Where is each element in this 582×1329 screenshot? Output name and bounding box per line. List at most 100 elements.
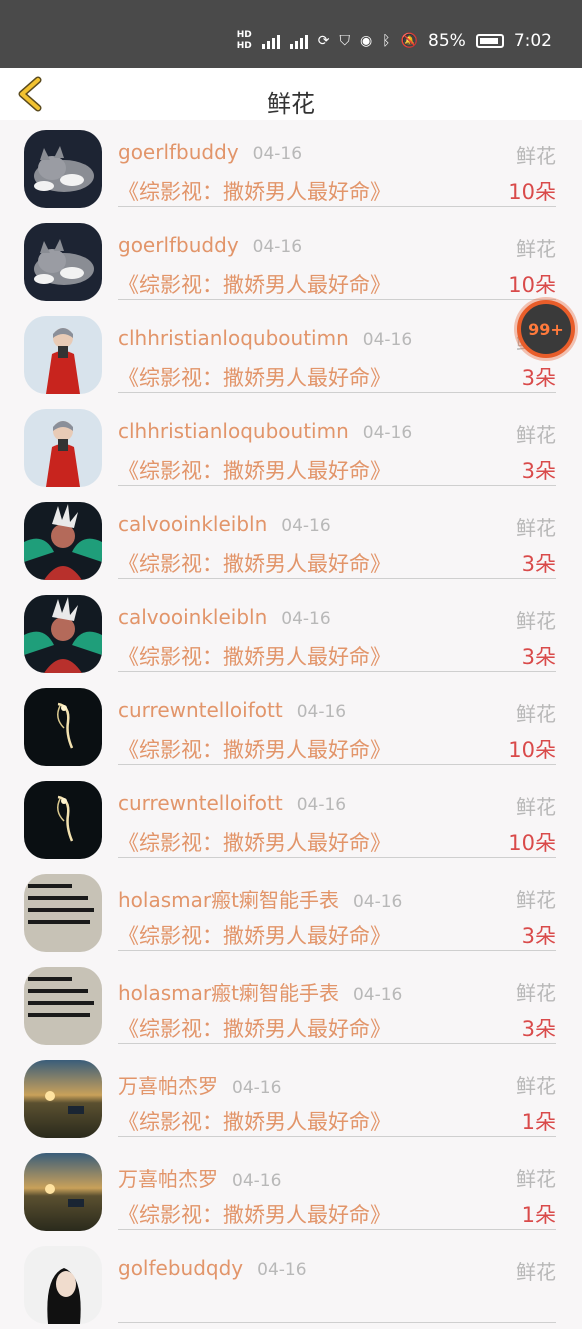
flower-count: 10朵 bbox=[508, 180, 556, 204]
flower-count: 3朵 bbox=[521, 459, 556, 483]
username[interactable]: 万喜帕杰罗 04-16 bbox=[118, 1070, 281, 1099]
book-title[interactable]: 《综影视：撒娇男人最好命》 bbox=[118, 455, 391, 485]
gift-type: 鲜花 bbox=[516, 1074, 556, 1098]
date: 04-16 bbox=[252, 144, 303, 164]
date: 04-16 bbox=[352, 985, 403, 1005]
divider bbox=[118, 392, 556, 393]
avatar[interactable] bbox=[24, 502, 102, 580]
avatar[interactable] bbox=[24, 316, 102, 394]
book-title[interactable]: 《综影视：撒娇男人最好命》 bbox=[118, 920, 391, 950]
gift-type: 鲜花 bbox=[516, 1167, 556, 1191]
avatar[interactable] bbox=[24, 130, 102, 208]
flower-count: 3朵 bbox=[521, 924, 556, 948]
username[interactable]: holasmar瘢t瘌智能手表 04-16 bbox=[118, 977, 402, 1006]
list-item[interactable]: goerlfbuddy 04-16 鲜花《综影视：撒娇男人最好命》 10朵 bbox=[0, 120, 582, 213]
avatar[interactable] bbox=[24, 781, 102, 859]
eye-icon: ◉ bbox=[359, 33, 373, 49]
divider bbox=[118, 299, 556, 300]
signal-icon bbox=[261, 30, 280, 52]
divider bbox=[118, 1136, 556, 1137]
date: 04-16 bbox=[352, 892, 403, 912]
username[interactable]: goerlfbuddy 04-16 bbox=[118, 233, 302, 257]
page-title: 鲜花 bbox=[267, 90, 315, 118]
book-title[interactable]: 《综影视：撒娇男人最好命》 bbox=[118, 269, 391, 299]
book-title[interactable]: 《综影视：撒娇男人最好命》 bbox=[118, 1106, 391, 1136]
divider bbox=[118, 485, 556, 486]
list-item[interactable]: 万喜帕杰罗 04-16 鲜花 《综影视：撒娇男人最好命》 1朵 bbox=[0, 1050, 582, 1143]
battery-icon bbox=[475, 34, 504, 48]
book-title[interactable]: 《综影视：撒娇男人最好命》 bbox=[118, 641, 391, 671]
username[interactable]: holasmar瘢t瘌智能手表 04-16 bbox=[118, 884, 402, 913]
flower-count: 10朵 bbox=[508, 831, 556, 855]
gift-type: 鲜花 bbox=[516, 795, 556, 819]
status-icons: HD HD ⟳ ⛉ ◉ ᛒ 🔕 85% 7:02 bbox=[237, 30, 552, 52]
username[interactable]: currewntelloifott 04-16 bbox=[118, 698, 346, 722]
avatar[interactable] bbox=[24, 1246, 102, 1324]
list-item[interactable]: calvooinkleibln 04-16 鲜花《综影视：撒娇男人最好命》 3朵 bbox=[0, 585, 582, 678]
flower-count: 3朵 bbox=[521, 366, 556, 390]
list-item[interactable]: holasmar瘢t瘌智能手表 04-16 鲜花《综影视：撒娇男人最好命》 3朵 bbox=[0, 864, 582, 957]
divider bbox=[118, 950, 556, 951]
battery-percent: 85% bbox=[428, 31, 466, 51]
list-item[interactable]: golfebudqdy 04-16 鲜花 bbox=[0, 1236, 582, 1329]
gift-type: 鲜花 bbox=[516, 609, 556, 633]
username[interactable]: golfebudqdy 04-16 bbox=[118, 1256, 307, 1280]
flower-count: 1朵 bbox=[521, 1203, 556, 1227]
signal-icon-2 bbox=[289, 30, 308, 52]
list-item[interactable]: 万喜帕杰罗 04-16 鲜花《综影视：撒娇男人最好命》 1朵 bbox=[0, 1143, 582, 1236]
gift-type: 鲜花 bbox=[516, 702, 556, 726]
book-title[interactable]: 《综影视：撒娇男人最好命》 bbox=[118, 734, 391, 764]
flower-count: 10朵 bbox=[508, 273, 556, 297]
book-title[interactable]: 《综影视：撒娇男人最好命》 bbox=[118, 1013, 391, 1043]
gift-type: 鲜花 bbox=[516, 144, 556, 168]
flower-count: 10朵 bbox=[508, 738, 556, 762]
list-item[interactable]: calvooinkleibln 04-16 鲜花 《综影视：撒娇男人最好命》 3朵 bbox=[0, 492, 582, 585]
divider bbox=[118, 1043, 556, 1044]
book-title[interactable]: 《综影视：撒娇男人最好命》 bbox=[118, 176, 391, 206]
username[interactable]: clhhristianloquboutimn 04-16 bbox=[118, 326, 412, 350]
username[interactable]: currewntelloifott 04-16 bbox=[118, 791, 346, 815]
avatar[interactable] bbox=[24, 874, 102, 952]
avatar[interactable] bbox=[24, 1060, 102, 1138]
date: 04-16 bbox=[362, 423, 413, 443]
list-item[interactable]: goerlfbuddy 04-16 鲜花《综影视：撒娇男人最好命》 10朵 bbox=[0, 213, 582, 306]
gift-type: 鲜花 bbox=[516, 888, 556, 912]
list-item[interactable]: holasmar瘢t瘌智能手表 04-16 鲜花《综影视：撒娇男人最好命》 3朵 bbox=[0, 957, 582, 1050]
gift-type: 鲜花 bbox=[516, 237, 556, 261]
username[interactable]: calvooinkleibln 04-16 bbox=[118, 512, 331, 536]
divider bbox=[118, 206, 556, 207]
clock: 7:02 bbox=[513, 31, 552, 51]
list-item[interactable]: clhhristianloquboutimn04-16鲜花《综影视：撒娇男人最好… bbox=[0, 306, 582, 399]
shield-icon: ⛉ bbox=[339, 33, 350, 49]
gift-type: 鲜花 bbox=[516, 516, 556, 540]
date: 04-16 bbox=[281, 516, 331, 536]
book-title[interactable]: 《综影视：撒娇男人最好命》 bbox=[118, 362, 391, 392]
list-item[interactable]: clhhristianloquboutimn04-16鲜花《综影视：撒娇男人最好… bbox=[0, 399, 582, 492]
book-title[interactable]: 《综影视：撒娇男人最好命》 bbox=[118, 548, 391, 578]
username[interactable]: clhhristianloquboutimn 04-16 bbox=[118, 419, 412, 443]
book-title[interactable]: 《综影视：撒娇男人最好命》 bbox=[118, 827, 391, 857]
gift-type: 鲜花 bbox=[516, 981, 556, 1005]
avatar[interactable] bbox=[24, 688, 102, 766]
divider bbox=[118, 578, 556, 579]
list-item[interactable]: currewntelloifott 04-16 鲜花《综影视：撒娇男人最好命》 10朵 bbox=[0, 678, 582, 771]
flower-count: 3朵 bbox=[521, 1017, 556, 1041]
sync-icon: ⟳ bbox=[317, 33, 330, 49]
list-item[interactable]: currewntelloifott 04-16 鲜花《综影视：撒娇男人最好命》 10朵 bbox=[0, 771, 582, 864]
username[interactable]: 万喜帕杰罗 04-16 bbox=[118, 1163, 281, 1192]
divider bbox=[118, 764, 556, 765]
avatar[interactable] bbox=[24, 967, 102, 1045]
date: 04-16 bbox=[362, 330, 413, 350]
flower-count: 3朵 bbox=[521, 645, 556, 669]
avatar[interactable] bbox=[24, 223, 102, 301]
avatar[interactable] bbox=[24, 409, 102, 487]
avatar[interactable] bbox=[24, 1153, 102, 1231]
date: 04-16 bbox=[252, 237, 303, 257]
bluetooth-icon: ᛒ bbox=[382, 33, 391, 49]
username[interactable]: calvooinkleibln 04-16 bbox=[118, 605, 331, 629]
username[interactable]: goerlfbuddy 04-16 bbox=[118, 140, 302, 164]
flower-list: goerlfbuddy 04-16 鲜花 《综影视：撒娇男人最好命》 10朵 goerlf… bbox=[0, 120, 582, 1329]
floating-badge[interactable]: 99+ bbox=[517, 300, 575, 358]
book-title[interactable]: 《综影视：撒娇男人最好命》 bbox=[118, 1199, 391, 1229]
avatar[interactable] bbox=[24, 595, 102, 673]
